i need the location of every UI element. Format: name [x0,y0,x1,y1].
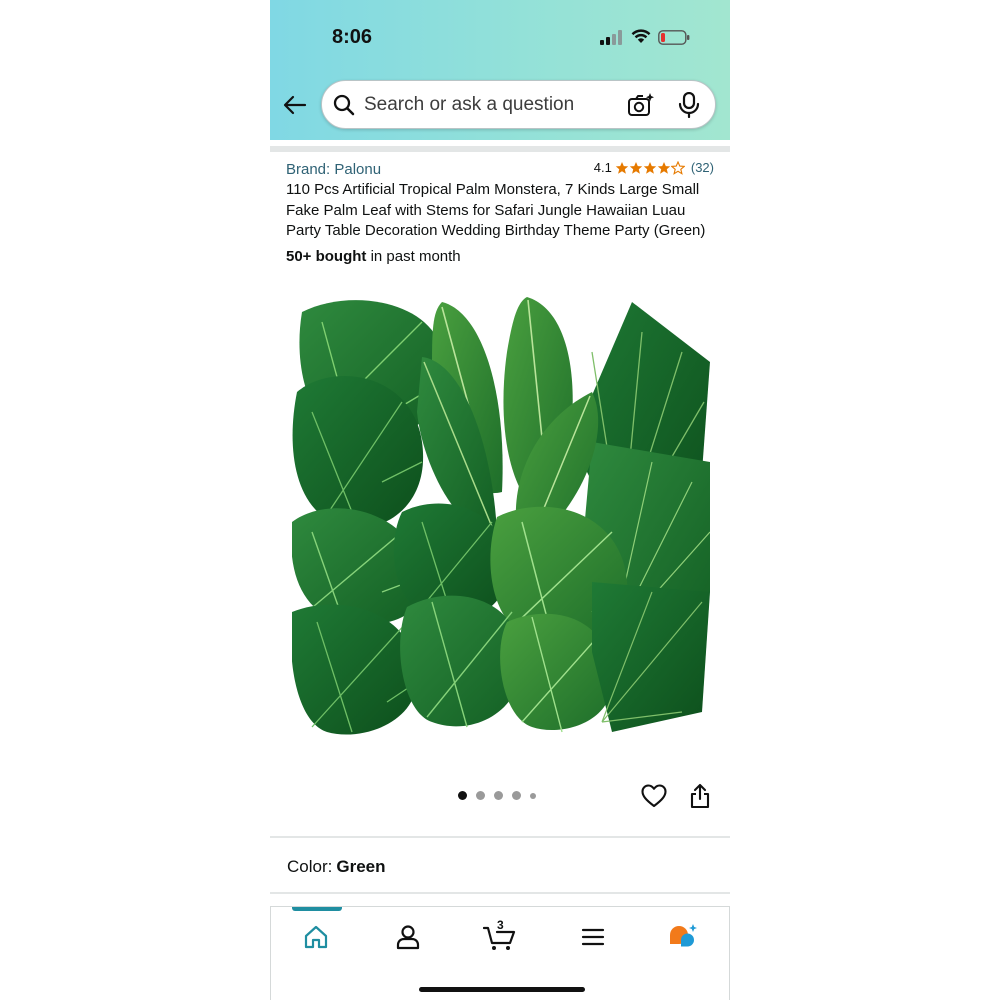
battery-icon [658,30,690,45]
rating-stars [615,160,685,175]
color-selector[interactable]: Color: Green [287,857,386,877]
home-indicator [419,987,585,992]
bought-period: in past month [366,248,461,265]
wifi-icon [631,29,651,43]
star-full-icon [643,161,657,174]
nav-account[interactable] [388,921,428,953]
cart-count: 3 [497,918,504,932]
carousel-dot[interactable] [512,791,521,800]
menu-icon [581,928,605,946]
section-divider [270,836,730,838]
carousel-dot[interactable] [494,791,503,800]
rating-count: (32) [690,160,714,175]
color-value: Green [336,857,386,876]
bought-count: 50+ bought [286,248,367,265]
bottom-nav: 3 [270,906,730,1000]
rating-summary[interactable]: 4.1 (32) [594,160,714,175]
monstera-leaf [292,604,418,735]
section-divider [270,892,730,894]
star-full-icon [615,161,629,174]
carousel-dot[interactable] [476,791,485,800]
back-button[interactable] [282,92,308,118]
microphone-icon[interactable] [678,92,700,118]
phone-screen: 8:06 Search or ask a question Brand: Pal… [270,0,730,1000]
rufus-icon [670,924,697,947]
nav-active-indicator [292,907,342,911]
camera-search-icon[interactable] [627,92,655,118]
image-carousel-dots[interactable] [458,791,536,800]
bought-summary: 50+ bought in past month [286,248,461,265]
product-title: 110 Pcs Artificial Tropical Palm Monster… [286,181,706,239]
carousel-dot[interactable] [530,792,536,799]
section-divider [270,146,730,152]
home-icon [304,925,328,949]
palm-fan-leaf [592,582,710,732]
star-full-icon [629,161,643,174]
carousel-dot[interactable] [458,791,467,800]
star-full-icon [657,161,671,174]
heart-icon[interactable] [641,784,667,808]
search-input[interactable] [364,93,614,117]
search-bar[interactable] [321,80,716,129]
color-label: Color: [287,857,333,876]
back-arrow-icon [283,95,307,115]
search-icon [333,94,355,116]
star-empty-icon [670,160,685,175]
app-header: 8:06 [270,0,730,140]
status-time: 8:06 [332,26,373,48]
cellular-signal-icon [600,30,622,45]
account-icon [396,925,420,950]
product-image[interactable] [292,292,710,740]
nav-home[interactable] [296,921,336,953]
brand-link[interactable]: Brand: Palonu [286,161,381,178]
nav-menu[interactable] [573,921,613,953]
rating-value: 4.1 [593,160,612,175]
nav-rufus[interactable] [663,921,703,953]
nav-cart[interactable]: 3 [480,918,520,953]
share-icon[interactable] [689,783,711,809]
